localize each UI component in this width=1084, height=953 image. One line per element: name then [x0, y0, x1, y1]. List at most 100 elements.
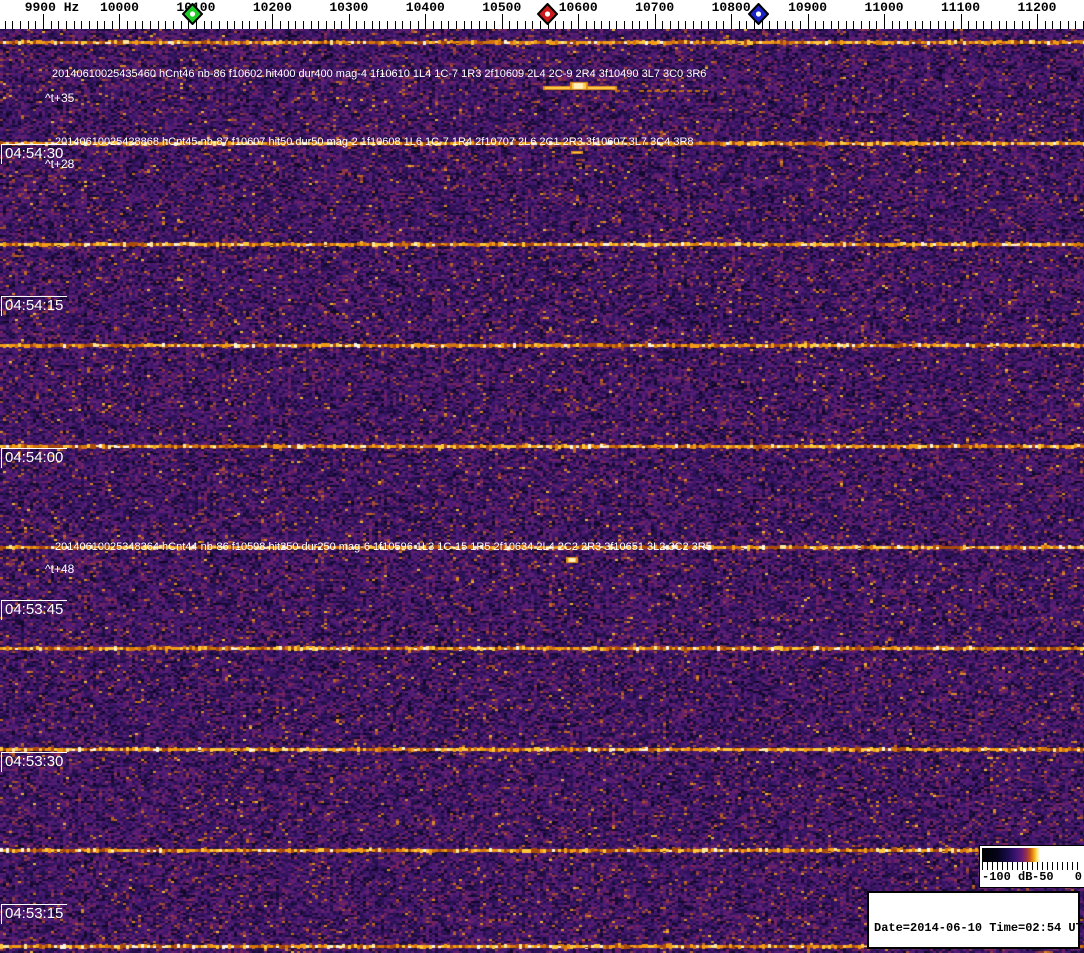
freq-axis-label: 10400: [406, 0, 445, 15]
freq-tick: [66, 21, 67, 29]
freq-tick: [662, 21, 663, 29]
freq-tick: [701, 21, 702, 29]
freq-tick: [89, 21, 90, 29]
freq-tick: [387, 21, 388, 29]
freq-tick: [402, 21, 403, 29]
freq-tick: [838, 21, 839, 29]
station-info-box: Date=2014-06-10 Time=02:54 UTC Freq=143 …: [867, 891, 1080, 949]
time-label: 04:54:15: [1, 296, 67, 316]
freq-tick: [670, 21, 671, 29]
time-label: 04:53:45: [1, 600, 67, 620]
freq-tick: [808, 14, 809, 29]
freq-tick: [899, 21, 900, 29]
freq-tick: [12, 21, 13, 29]
frequency-marker-blue-diamond[interactable]: [748, 3, 769, 25]
freq-tick: [35, 21, 36, 29]
freq-tick: [961, 14, 962, 29]
freq-tick: [158, 21, 159, 29]
freq-tick: [823, 21, 824, 29]
freq-tick: [693, 21, 694, 29]
freq-tick: [746, 21, 747, 29]
freq-tick: [731, 14, 732, 29]
freq-tick: [119, 14, 120, 29]
freq-tick: [104, 21, 105, 29]
freq-tick: [425, 14, 426, 29]
freq-tick: [242, 21, 243, 29]
freq-tick: [685, 21, 686, 29]
freq-tick: [723, 21, 724, 29]
freq-tick: [907, 21, 908, 29]
freq-tick: [81, 21, 82, 29]
freq-tick: [464, 21, 465, 29]
freq-tick: [288, 21, 289, 29]
freq-tick: [884, 14, 885, 29]
freq-tick: [318, 21, 319, 29]
freq-tick: [479, 21, 480, 29]
freq-tick: [769, 21, 770, 29]
detection-time-offset: ^t+48: [45, 562, 74, 576]
freq-tick: [20, 21, 21, 29]
time-label: 04:53:15: [1, 904, 67, 924]
freq-tick: [953, 21, 954, 29]
freq-tick: [609, 21, 610, 29]
freq-axis-label: 10900: [788, 0, 827, 15]
detection-annotation: 20140610025435460 hCnt46 nb-86 f10602 hi…: [52, 68, 706, 80]
detection-time-offset: ^t+35: [45, 91, 74, 105]
frequency-scale[interactable]: 9900 Hz100001010010200103001040010500106…: [0, 0, 1084, 29]
freq-tick: [586, 21, 587, 29]
freq-tick: [739, 21, 740, 29]
freq-tick: [1006, 21, 1007, 29]
freq-axis-label: 11100: [941, 0, 980, 15]
freq-tick: [142, 21, 143, 29]
freq-tick: [165, 21, 166, 29]
frequency-marker-red-diamond[interactable]: [537, 3, 558, 25]
freq-tick: [517, 21, 518, 29]
freq-tick: [1075, 21, 1076, 29]
freq-tick: [563, 21, 564, 29]
freq-tick: [234, 21, 235, 29]
freq-tick: [999, 21, 1000, 29]
freq-tick: [74, 21, 75, 29]
freq-tick: [295, 21, 296, 29]
freq-tick: [1029, 21, 1030, 29]
freq-axis-label: 10500: [482, 0, 521, 15]
freq-tick: [915, 21, 916, 29]
freq-tick: [219, 21, 220, 29]
freq-tick: [571, 21, 572, 29]
freq-axis-label: 10700: [635, 0, 674, 15]
spectrogram-canvas: [0, 29, 1084, 953]
freq-tick: [456, 21, 457, 29]
freq-tick: [616, 21, 617, 29]
freq-tick: [272, 14, 273, 29]
freq-tick: [173, 21, 174, 29]
freq-tick: [257, 21, 258, 29]
freq-tick: [800, 21, 801, 29]
freq-tick: [708, 21, 709, 29]
freq-tick: [349, 14, 350, 29]
freq-axis-label: 9900 Hz: [25, 0, 80, 15]
freq-tick: [1068, 21, 1069, 29]
freq-tick: [578, 14, 579, 29]
freq-tick: [486, 21, 487, 29]
freq-tick: [379, 21, 380, 29]
freq-tick: [639, 21, 640, 29]
freq-tick: [211, 21, 212, 29]
info-date-time: Date=2014-06-10 Time=02:54 UTC: [874, 922, 1078, 936]
freq-tick: [372, 21, 373, 29]
freq-tick: [853, 21, 854, 29]
detection-annotation: 20140610025428868 hCnt45 nb-87 f10607 hi…: [55, 136, 694, 148]
freq-tick: [861, 21, 862, 29]
freq-tick: [112, 21, 113, 29]
freq-tick: [471, 21, 472, 29]
freq-tick: [502, 14, 503, 29]
freq-tick: [716, 21, 717, 29]
frequency-marker-green-diamond[interactable]: [182, 3, 203, 25]
freq-tick: [532, 21, 533, 29]
freq-tick: [976, 21, 977, 29]
freq-tick: [991, 21, 992, 29]
freq-tick: [846, 21, 847, 29]
freq-axis-label: 10600: [559, 0, 598, 15]
freq-axis-label: 10200: [253, 0, 292, 15]
colorbar-gradient: [982, 848, 1082, 862]
freq-tick: [968, 21, 969, 29]
